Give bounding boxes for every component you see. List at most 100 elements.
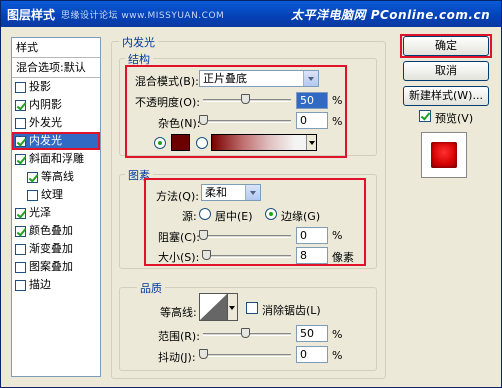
jitter-unit: %: [332, 349, 343, 362]
gradient-dropdown-button[interactable]: [306, 135, 316, 150]
style-item-label: 图案叠加: [29, 260, 73, 273]
source-center-radio[interactable]: [199, 208, 211, 220]
style-item-checkbox[interactable]: [15, 135, 26, 147]
style-item-label: 光泽: [29, 206, 51, 219]
style-item-checkbox[interactable]: [15, 225, 26, 237]
glow-color-swatch[interactable]: [171, 134, 190, 151]
jitter-label: 抖动(J):: [158, 351, 196, 364]
style-item-label: 内阴影: [29, 98, 62, 111]
style-item[interactable]: 等高线: [12, 168, 100, 186]
contour-label: 等高线:: [160, 306, 197, 319]
size-label: 大小(S):: [158, 251, 200, 264]
blend-mode-label: 混合模式(B):: [135, 75, 199, 88]
style-item-label: 等高线: [41, 170, 74, 183]
contour-dropdown-button[interactable]: [228, 293, 238, 321]
watermark-text: 思缘设计论坛 www.MISSYUAN.COM: [61, 11, 225, 21]
choke-label: 阻塞(C):: [158, 231, 200, 244]
style-item-label: 内发光: [29, 134, 62, 147]
chevron-down-icon: [303, 71, 318, 86]
style-item-checkbox[interactable]: [15, 81, 26, 93]
cancel-button[interactable]: 取消: [403, 61, 489, 81]
source-edge-label[interactable]: 边缘(G): [281, 208, 320, 224]
opacity-label: 不透明度(O):: [135, 96, 200, 109]
style-item-label: 纹理: [41, 188, 63, 201]
range-unit: %: [332, 328, 343, 341]
choke-input[interactable]: 0: [296, 227, 328, 244]
style-item-checkbox[interactable]: [15, 243, 26, 255]
style-item-label: 颜色叠加: [29, 224, 73, 237]
range-input[interactable]: 50: [296, 325, 328, 342]
jitter-slider-thumb[interactable]: [199, 349, 208, 359]
style-item[interactable]: 光泽: [12, 204, 100, 222]
style-item[interactable]: 颜色叠加: [12, 222, 100, 240]
style-item-label: 描边: [29, 278, 51, 291]
size-slider-track[interactable]: [203, 255, 291, 258]
noise-label: 杂色(N):: [158, 117, 201, 130]
antialias-label[interactable]: 消除锯齿(L): [262, 302, 321, 318]
source-center-label[interactable]: 居中(E): [215, 208, 253, 224]
noise-slider-track[interactable]: [203, 120, 291, 123]
contour-preview-icon: [200, 294, 227, 320]
gradient-radio[interactable]: [196, 137, 208, 149]
noise-slider-thumb[interactable]: [199, 115, 208, 125]
blend-options-item[interactable]: 混合选项:默认: [12, 58, 100, 78]
size-input[interactable]: 8: [296, 247, 328, 264]
choke-slider-thumb[interactable]: [199, 230, 208, 240]
contour-picker[interactable]: [199, 293, 228, 321]
style-item[interactable]: 纹理: [12, 186, 100, 204]
opacity-unit: %: [332, 94, 343, 107]
style-item-checkbox[interactable]: [15, 279, 26, 291]
style-item[interactable]: 描边: [12, 276, 100, 294]
style-item-checkbox[interactable]: [15, 261, 26, 273]
preview-swatch: [431, 142, 457, 168]
size-unit: 像素: [332, 251, 354, 264]
preview-label[interactable]: 预览(V): [435, 110, 473, 126]
style-item-checkbox[interactable]: [15, 207, 26, 219]
window-title: 图层样式: [7, 8, 56, 22]
title-bar: 图层样式 思缘设计论坛 www.MISSYUAN.COM 太平洋电脑网 PCon…: [1, 1, 501, 27]
jitter-slider-track[interactable]: [203, 354, 291, 357]
style-item[interactable]: 斜面和浮雕: [12, 150, 100, 168]
style-item-checkbox[interactable]: [27, 171, 38, 183]
chevron-down-icon: [245, 185, 260, 200]
layer-style-dialog: 图层样式 思缘设计论坛 www.MISSYUAN.COM 太平洋电脑网 PCon…: [0, 0, 502, 388]
preview-thumbnail: [421, 132, 467, 178]
opacity-input[interactable]: 50: [296, 92, 328, 109]
watermark-site: 太平洋电脑网 PConline.com.cn: [291, 8, 491, 22]
color-radio[interactable]: [154, 137, 166, 149]
style-item[interactable]: 内发光: [12, 132, 100, 150]
style-item-label: 外发光: [29, 116, 62, 129]
ok-button[interactable]: 确定: [403, 36, 489, 56]
chevron-down-icon: [309, 141, 315, 148]
styles-list: 样式 混合选项:默认 投影内阴影外发光内发光斜面和浮雕等高线纹理光泽颜色叠加渐变…: [11, 37, 101, 377]
style-item-checkbox[interactable]: [15, 99, 26, 111]
range-slider-thumb[interactable]: [241, 328, 250, 338]
blend-mode-select[interactable]: 正片叠底: [199, 70, 319, 87]
size-slider-thumb[interactable]: [201, 250, 211, 260]
source-edge-radio[interactable]: [265, 208, 277, 220]
choke-slider-track[interactable]: [203, 235, 291, 238]
opacity-slider-thumb[interactable]: [241, 94, 250, 104]
noise-input[interactable]: 0: [296, 112, 328, 129]
style-item[interactable]: 投影: [12, 78, 100, 96]
style-item[interactable]: 图案叠加: [12, 258, 100, 276]
style-item-checkbox[interactable]: [27, 189, 38, 201]
gradient-swatch[interactable]: [211, 134, 317, 151]
new-style-button[interactable]: 新建样式(W)...: [403, 86, 489, 106]
style-item-label: 渐变叠加: [29, 242, 73, 255]
style-item-label: 斜面和浮雕: [29, 152, 84, 165]
style-item[interactable]: 渐变叠加: [12, 240, 100, 258]
style-item[interactable]: 外发光: [12, 114, 100, 132]
inner-glow-label: 内发光: [119, 34, 158, 50]
style-item-checkbox[interactable]: [15, 153, 26, 165]
jitter-input[interactable]: 0: [296, 346, 328, 363]
method-label: 方法(Q):: [156, 190, 199, 203]
quality-label: 品质: [137, 280, 165, 296]
antialias-checkbox[interactable]: [246, 302, 258, 314]
styles-header[interactable]: 样式: [12, 38, 100, 58]
preview-checkbox[interactable]: [419, 110, 431, 122]
style-item[interactable]: 内阴影: [12, 96, 100, 114]
style-item-checkbox[interactable]: [15, 117, 26, 129]
method-select[interactable]: 柔和: [201, 184, 261, 201]
noise-unit: %: [332, 115, 343, 128]
